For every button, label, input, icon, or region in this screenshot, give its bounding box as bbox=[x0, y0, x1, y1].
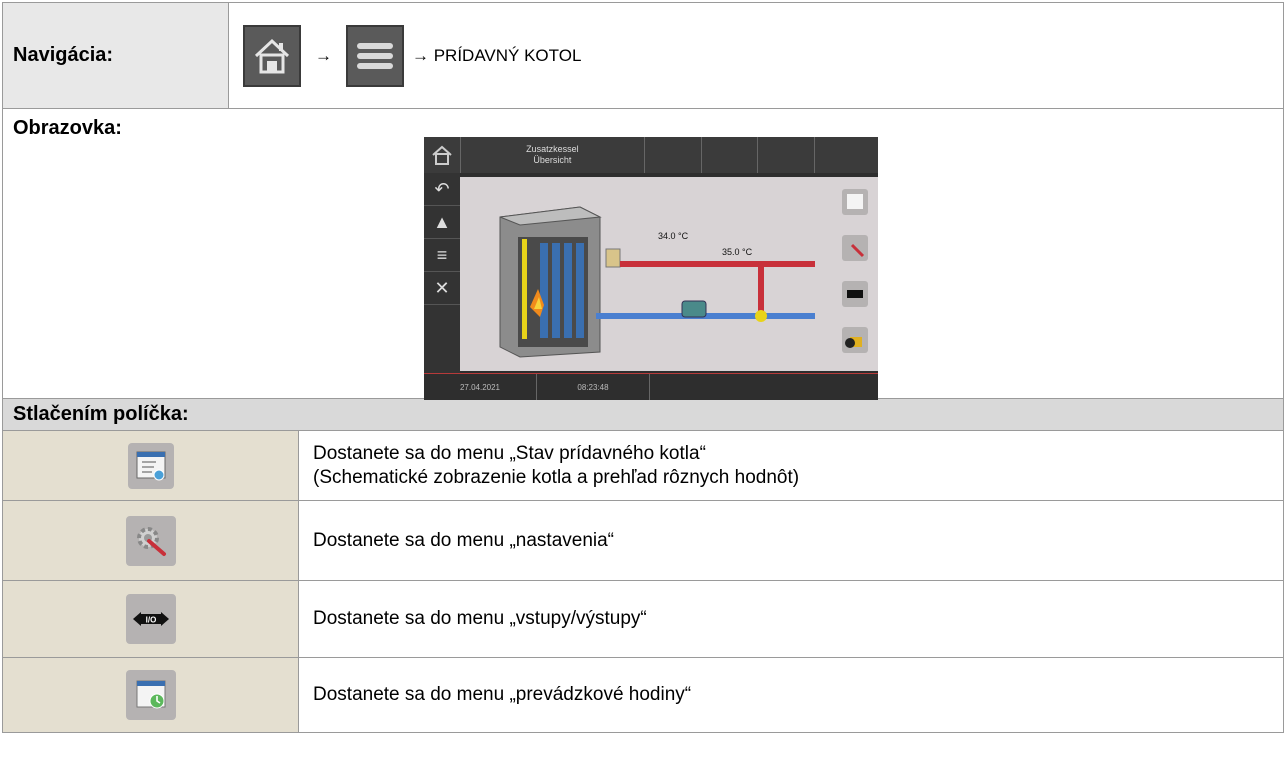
screen-tab[interactable] bbox=[814, 137, 878, 173]
press-section-header: Stlačením políčka: bbox=[3, 399, 1283, 431]
screen-tab[interactable] bbox=[758, 137, 815, 173]
item-line: Dostanete sa do menu „nastavenia“ bbox=[313, 529, 615, 551]
screen-sidebar: ↶ ▲ ≡ ✕ bbox=[424, 173, 460, 373]
settings-icon bbox=[136, 526, 166, 556]
screen-footer: 27.04.2021 08:23:48 bbox=[424, 373, 878, 400]
screen-title: Zusatzkessel Übersicht bbox=[460, 137, 646, 173]
settings-button[interactable] bbox=[125, 515, 176, 566]
home-icon bbox=[254, 38, 290, 73]
item-row-hours: Dostanete sa do menu „prevádzkové hodiny… bbox=[3, 658, 1283, 732]
item-description: Dostanete sa do menu „prevádzkové hodiny… bbox=[299, 658, 1283, 732]
screen-header: Zusatzkessel Übersicht bbox=[424, 137, 878, 173]
navigation-target: → PRÍDAVNÝ KOTOL bbox=[412, 45, 582, 65]
screen-time: 08:23:48 bbox=[537, 374, 650, 400]
item-line: Dostanete sa do menu „prevádzkové hodiny… bbox=[313, 684, 692, 705]
screen-tab[interactable] bbox=[645, 137, 702, 173]
home-icon bbox=[432, 145, 452, 165]
inputs-outputs-button[interactable]: I/O bbox=[125, 594, 176, 644]
nav-arrow: → bbox=[315, 45, 332, 65]
item-description: Dostanete sa do menu „nastavenia“ bbox=[299, 501, 1283, 580]
navigation-row: Navigácia: → → PRÍDAVNÝ KOTOL bbox=[3, 3, 1283, 109]
screen-footer-blank bbox=[650, 374, 878, 400]
icon-cell bbox=[3, 431, 299, 500]
icon-cell: I/O bbox=[3, 581, 299, 657]
operating-hours-icon bbox=[136, 680, 165, 709]
boiler-diagram: 34.0 °C 35.0 °C bbox=[499, 189, 868, 358]
item-line: Dostanete sa do menu „vstupy/výstupy“ bbox=[313, 608, 647, 629]
tools-icon[interactable]: ✕ bbox=[424, 272, 460, 305]
screen-date: 27.04.2021 bbox=[424, 374, 537, 400]
menu-icon[interactable]: ≡ bbox=[424, 239, 460, 272]
back-icon[interactable]: ↶ bbox=[424, 173, 460, 206]
screen-title-line: Zusatzkessel bbox=[526, 144, 579, 154]
screen-boiler-diagram: 34.0 °C 35.0 °C bbox=[460, 177, 878, 371]
menu-button[interactable] bbox=[346, 24, 404, 87]
io-label: I/O bbox=[145, 616, 156, 625]
menu-icon bbox=[357, 42, 393, 69]
item-line: Dostanete sa do menu „Stav prídavného ko… bbox=[313, 442, 706, 464]
item-description: Dostanete sa do menu „Stav prídavného ko… bbox=[299, 431, 1283, 500]
operating-hours-button[interactable] bbox=[125, 670, 176, 720]
status-overview-button[interactable] bbox=[127, 442, 174, 489]
home-button[interactable] bbox=[243, 24, 301, 87]
item-row-io: I/O Dostanete sa do menu „vstupy/výstupy… bbox=[3, 581, 1283, 658]
item-description: Dostanete sa do menu „vstupy/výstupy“ bbox=[299, 581, 1283, 657]
screen-tab[interactable] bbox=[701, 137, 759, 173]
status-overview-icon bbox=[136, 451, 165, 480]
navigation-path: → → PRÍDAVNÝ KOTOL bbox=[229, 3, 1283, 108]
item-row-status: Dostanete sa do menu „Stav prídavného ko… bbox=[3, 431, 1283, 501]
item-line: (Schematické zobrazenie kotla a prehľad … bbox=[313, 466, 800, 488]
screen-label: Obrazovka: bbox=[13, 117, 122, 139]
item-row-settings: Dostanete sa do menu „nastavenia“ bbox=[3, 501, 1283, 581]
navigation-label: Navigácia: bbox=[3, 3, 229, 108]
icon-cell bbox=[3, 658, 299, 732]
warning-icon[interactable]: ▲ bbox=[424, 206, 460, 239]
icon-cell bbox=[3, 501, 299, 580]
screen-home-button[interactable] bbox=[424, 137, 461, 173]
inputs-outputs-icon: I/O bbox=[132, 612, 169, 626]
device-screen: Zusatzkessel Übersicht ↶ ▲ ≡ ✕ 34.0 °C 3… bbox=[424, 137, 878, 400]
temp-right: 35.0 °C bbox=[722, 247, 753, 257]
temp-top: 34.0 °C bbox=[658, 231, 689, 241]
screen-title-line: Übersicht bbox=[533, 155, 572, 165]
